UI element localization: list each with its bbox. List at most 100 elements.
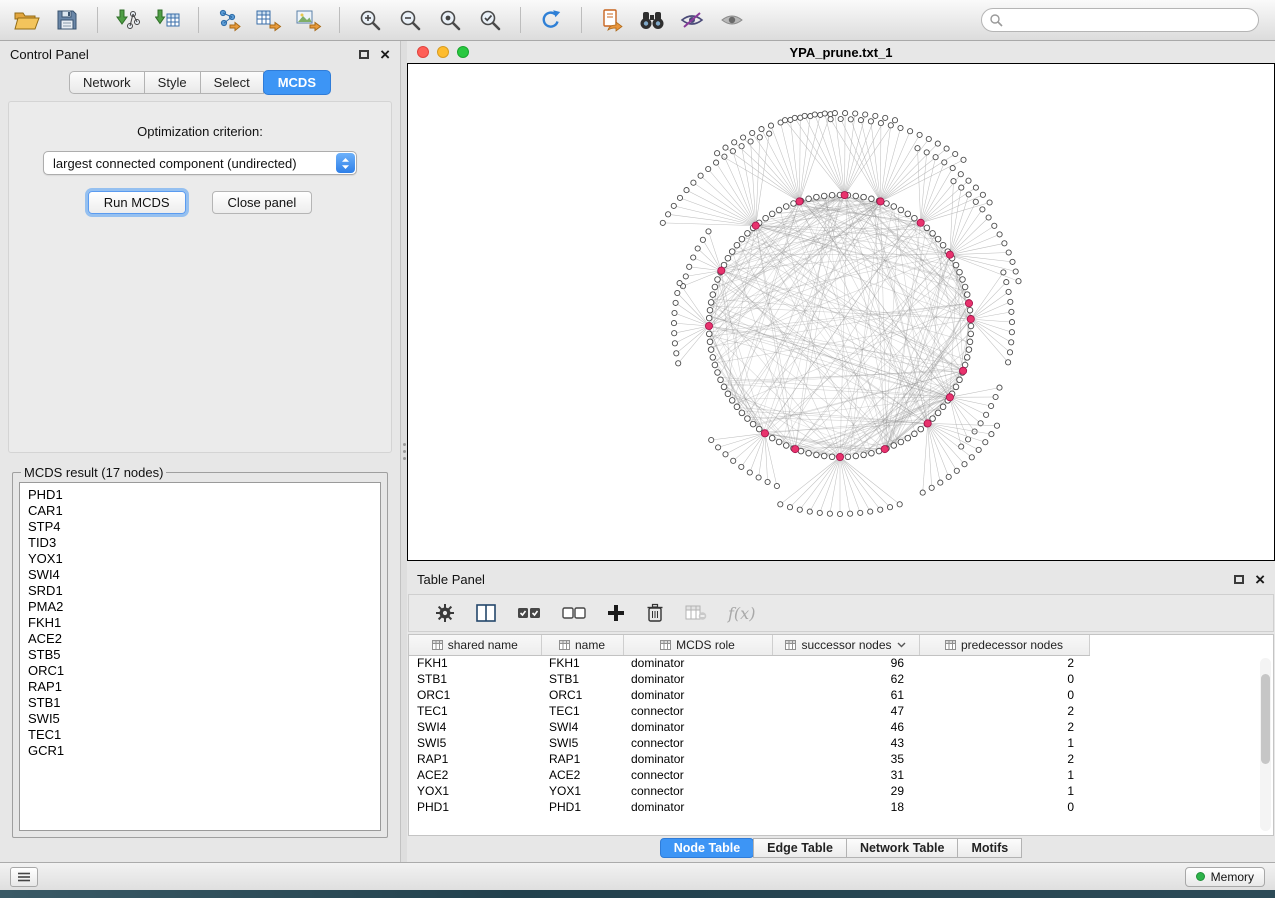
leaf-node[interactable] — [858, 118, 863, 123]
leaf-node[interactable] — [747, 470, 752, 475]
mcds-result-item[interactable]: ORC1 — [20, 663, 380, 679]
mcds-result-item[interactable]: GCR1 — [20, 743, 380, 759]
leaf-node[interactable] — [700, 237, 705, 242]
ring-node[interactable] — [964, 292, 970, 298]
leaf-node[interactable] — [1016, 279, 1021, 284]
ring-node[interactable] — [891, 443, 897, 449]
leaf-node[interactable] — [887, 505, 892, 510]
dominator-node[interactable] — [841, 192, 848, 199]
table-row[interactable]: ACE2ACE2connector311 — [409, 767, 1089, 783]
mcds-result-item[interactable]: PMA2 — [20, 599, 380, 615]
leaf-node[interactable] — [969, 455, 974, 460]
ring-node[interactable] — [957, 377, 963, 383]
dominator-node[interactable] — [796, 198, 803, 205]
leaf-node[interactable] — [807, 509, 812, 514]
ring-node[interactable] — [953, 262, 959, 268]
leaf-node[interactable] — [748, 139, 753, 144]
tab-network-table[interactable]: Network Table — [846, 838, 959, 858]
leaf-node[interactable] — [984, 412, 989, 417]
leaf-node[interactable] — [966, 437, 971, 442]
ring-node[interactable] — [930, 416, 936, 422]
ring-node[interactable] — [905, 435, 911, 441]
table-row[interactable]: STB1STB1dominator620 — [409, 671, 1089, 687]
ring-node[interactable] — [884, 201, 890, 207]
mcds-result-item[interactable]: STB5 — [20, 647, 380, 663]
leaf-node[interactable] — [739, 144, 744, 149]
leaf-node[interactable] — [723, 452, 728, 457]
leaf-node[interactable] — [723, 145, 728, 150]
network-graph[interactable] — [408, 64, 1273, 560]
ring-node[interactable] — [940, 242, 946, 248]
ring-node[interactable] — [912, 215, 918, 221]
ring-node[interactable] — [806, 450, 812, 456]
ring-node[interactable] — [783, 204, 789, 210]
leaf-node[interactable] — [673, 300, 678, 305]
ring-node[interactable] — [962, 284, 968, 290]
leaf-node[interactable] — [677, 281, 682, 286]
leaf-node[interactable] — [714, 160, 719, 165]
import-network-button[interactable] — [111, 4, 145, 36]
select-all-button[interactable] — [517, 605, 541, 621]
show-all-button[interactable] — [715, 4, 749, 36]
leaf-node[interactable] — [983, 440, 988, 445]
mcds-result-item[interactable]: YOX1 — [20, 551, 380, 567]
ring-node[interactable] — [712, 284, 718, 290]
mcds-result-item[interactable]: TID3 — [20, 535, 380, 551]
status-menu-button[interactable] — [10, 867, 38, 887]
ring-node[interactable] — [725, 391, 731, 397]
import-table-button[interactable] — [151, 4, 185, 36]
ring-node[interactable] — [935, 236, 941, 242]
ring-node[interactable] — [905, 211, 911, 217]
leaf-node[interactable] — [933, 155, 938, 160]
dominator-node[interactable] — [792, 446, 799, 453]
ring-node[interactable] — [750, 421, 756, 427]
leaf-node[interactable] — [672, 341, 677, 346]
leaf-node[interactable] — [767, 131, 772, 136]
leaf-node[interactable] — [954, 468, 959, 473]
leaf-node[interactable] — [709, 437, 714, 442]
leaf-node[interactable] — [958, 172, 963, 177]
ring-node[interactable] — [861, 194, 867, 200]
dominator-node[interactable] — [881, 446, 888, 453]
leaf-node[interactable] — [797, 507, 802, 512]
ring-node[interactable] — [708, 300, 714, 306]
ring-node[interactable] — [957, 269, 963, 275]
leaf-node[interactable] — [716, 445, 721, 450]
ring-node[interactable] — [968, 323, 974, 329]
table-row[interactable]: ORC1ORC1dominator610 — [409, 687, 1089, 703]
leaf-node[interactable] — [782, 118, 787, 123]
leaf-node[interactable] — [675, 290, 680, 295]
leaf-node[interactable] — [676, 361, 681, 366]
tab-motifs[interactable]: Motifs — [957, 838, 1022, 858]
table-settings-button[interactable] — [435, 603, 455, 623]
ring-node[interactable] — [769, 211, 775, 217]
leaf-node[interactable] — [897, 502, 902, 507]
ring-node[interactable] — [924, 225, 930, 231]
dominator-node[interactable] — [946, 251, 953, 258]
delete-row-button[interactable] — [646, 603, 664, 623]
table-row[interactable]: RAP1RAP1dominator352 — [409, 751, 1089, 767]
ring-node[interactable] — [821, 453, 827, 459]
leaf-node[interactable] — [1009, 320, 1014, 325]
dominator-node[interactable] — [924, 420, 931, 427]
leaf-node[interactable] — [827, 511, 832, 516]
float-panel-icon[interactable] — [1234, 575, 1244, 584]
ring-node[interactable] — [739, 410, 745, 416]
leaf-node[interactable] — [671, 203, 676, 208]
save-session-button[interactable] — [50, 4, 84, 36]
leaf-node[interactable] — [915, 146, 920, 151]
column-header-name[interactable]: name — [541, 635, 623, 655]
close-panel-button[interactable]: Close panel — [212, 191, 313, 214]
leaf-node[interactable] — [1013, 269, 1018, 274]
criterion-dropdown[interactable]: largest connected component (undirected) — [43, 151, 357, 175]
tab-mcds[interactable]: MCDS — [263, 70, 331, 95]
leaf-node[interactable] — [858, 510, 863, 515]
mcds-result-list[interactable]: PHD1CAR1STP4TID3YOX1SWI4SRD1PMA2FKH1ACE2… — [19, 482, 381, 831]
ring-node[interactable] — [829, 454, 835, 460]
leaf-node[interactable] — [1009, 340, 1014, 345]
leaf-node[interactable] — [959, 185, 964, 190]
table-row[interactable]: TEC1TEC1connector472 — [409, 703, 1089, 719]
ring-node[interactable] — [814, 194, 820, 200]
leaf-node[interactable] — [684, 188, 689, 193]
share-document-button[interactable] — [595, 4, 629, 36]
